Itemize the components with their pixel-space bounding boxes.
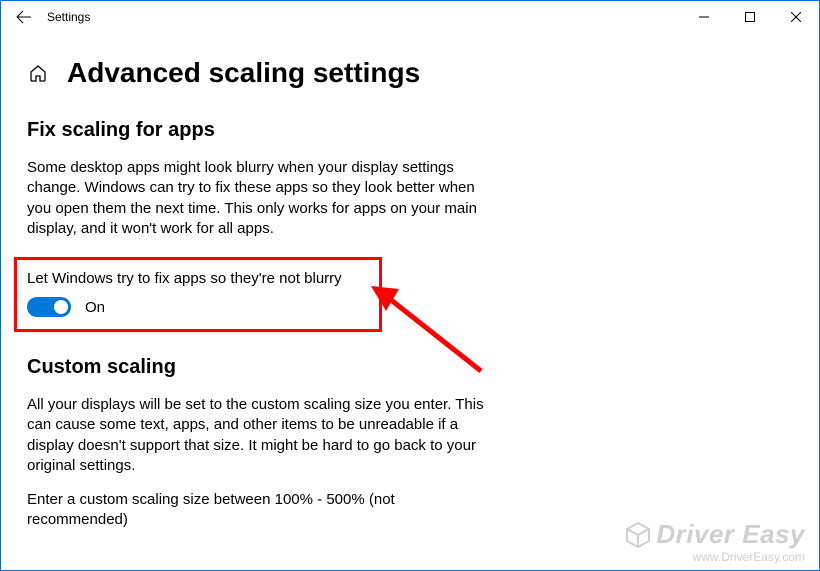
- titlebar: Settings: [1, 1, 819, 33]
- toggle-label: Let Windows try to fix apps so they're n…: [27, 270, 369, 287]
- app-title: Settings: [47, 10, 90, 24]
- fix-blurry-toggle[interactable]: [27, 297, 71, 317]
- watermark-brand: Driver Easy: [656, 519, 805, 549]
- minimize-icon: [699, 12, 709, 22]
- toggle-knob: [54, 300, 68, 314]
- close-icon: [791, 12, 801, 22]
- section-heading-fix-scaling: Fix scaling for apps: [27, 119, 793, 142]
- section-description-custom-scaling: All your displays will be set to the cus…: [27, 395, 487, 476]
- section-description-fix-scaling: Some desktop apps might look blurry when…: [27, 158, 487, 239]
- maximize-button[interactable]: [727, 1, 773, 33]
- close-button[interactable]: [773, 1, 819, 33]
- page-header: Advanced scaling settings: [27, 57, 793, 89]
- home-button[interactable]: [27, 62, 49, 84]
- settings-window: Settings Advanced scaling settings Fix s…: [0, 0, 820, 571]
- home-icon: [28, 63, 48, 83]
- content-area: Advanced scaling settings Fix scaling fo…: [1, 57, 819, 531]
- highlighted-setting: Let Windows try to fix apps so they're n…: [14, 257, 382, 332]
- custom-scaling-input-prompt: Enter a custom scaling size between 100%…: [27, 490, 487, 531]
- watermark: Driver Easy www.DriverEasy.com: [623, 519, 805, 564]
- minimize-button[interactable]: [681, 1, 727, 33]
- back-button[interactable]: [7, 9, 41, 25]
- arrow-left-icon: [16, 9, 32, 25]
- page-title: Advanced scaling settings: [67, 57, 420, 89]
- section-heading-custom-scaling: Custom scaling: [27, 356, 793, 379]
- watermark-logo-icon: [623, 521, 653, 549]
- maximize-icon: [745, 12, 755, 22]
- watermark-url: www.DriverEasy.com: [623, 550, 805, 564]
- toggle-state-text: On: [85, 299, 105, 316]
